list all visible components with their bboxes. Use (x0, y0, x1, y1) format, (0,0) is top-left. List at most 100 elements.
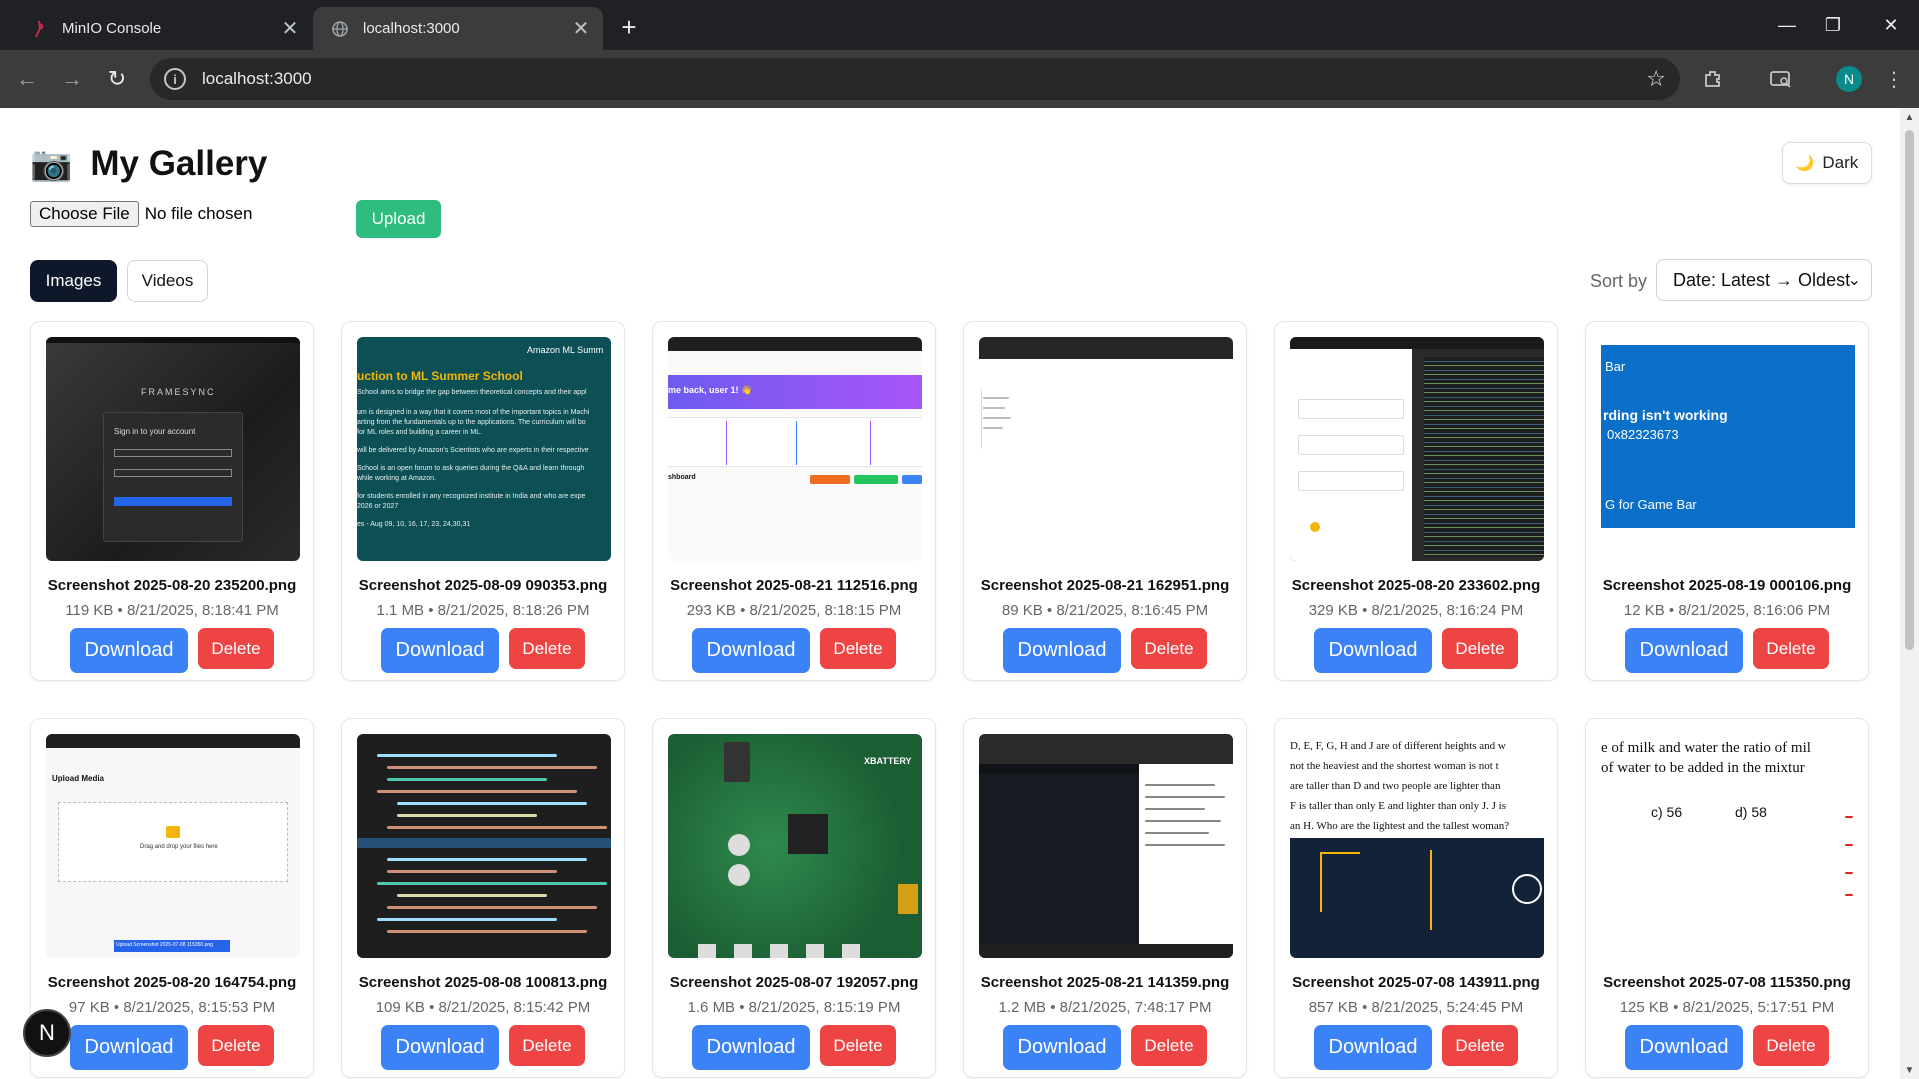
sort-selected-value: Date: Latest → Oldest (1673, 269, 1851, 290)
file-meta: 857 KB • 8/21/2025, 5:24:45 PM (1308, 999, 1524, 1016)
scrollbar-thumb[interactable] (1905, 130, 1914, 650)
image-thumbnail[interactable]: XBATTERY (668, 734, 922, 958)
delete-button[interactable]: Delete (1753, 628, 1829, 669)
new-tab-icon[interactable]: + (614, 12, 644, 42)
thumb-text: Sign in to your account (114, 427, 196, 436)
thumb-text: while working at Amazon. (357, 475, 436, 482)
download-button[interactable]: Download (1003, 1025, 1121, 1070)
extensions-icon[interactable] (1698, 64, 1728, 94)
image-thumbnail[interactable]: D, E, F, G, H and J are of different hei… (1290, 734, 1544, 958)
delete-button[interactable]: Delete (198, 628, 274, 669)
close-tab-icon[interactable]: ✕ (276, 15, 304, 43)
thumb-text: arting from the fundamentals up to the a… (357, 419, 586, 426)
site-info-icon[interactable]: i (164, 68, 186, 90)
thumb-text: School is an open forum to ask queries d… (357, 465, 585, 472)
dark-mode-button[interactable]: 🌙 Dark (1782, 142, 1872, 184)
browser-tab-localhost[interactable]: localhost:3000 ✕ (313, 7, 603, 50)
thumb-text: Drag and drop your files here (140, 844, 218, 850)
delete-button[interactable]: Delete (509, 1025, 585, 1066)
delete-button[interactable]: Delete (1442, 1025, 1518, 1066)
image-thumbnail[interactable]: FRAMESYNC Sign in to your account (46, 337, 300, 561)
download-button[interactable]: Download (1625, 628, 1743, 673)
image-thumbnail[interactable] (1290, 337, 1544, 561)
file-meta: 293 KB • 8/21/2025, 8:18:15 PM (686, 602, 902, 619)
address-bar[interactable]: i localhost:3000 ☆ (150, 58, 1680, 100)
gallery-card: Screenshot 2025-08-08 100813.png 109 KB … (341, 718, 625, 1078)
image-thumbnail[interactable] (357, 734, 611, 958)
close-tab-icon[interactable]: ✕ (567, 15, 595, 43)
thumb-text: es - Aug 09, 10, 16, 17, 23, 24,30,31 (357, 521, 471, 528)
image-thumbnail[interactable]: Upload Media Drag and drop your files he… (46, 734, 300, 958)
file-name: Screenshot 2025-08-07 192057.png (669, 974, 919, 991)
bookmark-star-icon[interactable]: ☆ (1646, 66, 1666, 92)
image-thumbnail[interactable] (979, 734, 1233, 958)
download-button[interactable]: Download (692, 628, 810, 673)
tab-images[interactable]: Images (30, 260, 117, 302)
cast-search-icon[interactable] (1766, 64, 1796, 94)
gallery-card: Upload Media Drag and drop your files he… (30, 718, 314, 1078)
thumb-text: me back, user 1! 👋 (668, 385, 753, 395)
file-name: Screenshot 2025-07-08 115350.png (1603, 974, 1851, 991)
file-meta: 119 KB • 8/21/2025, 8:18:41 PM (65, 602, 279, 619)
thumb-text: XBATTERY (864, 756, 912, 766)
page-viewport: 📷 My Gallery 🌙 Dark Choose File No file … (0, 108, 1900, 1079)
delete-button[interactable]: Delete (198, 1025, 274, 1066)
download-button[interactable]: Download (381, 628, 499, 673)
sort-select[interactable]: Date: Latest → Oldest ⌄ (1656, 259, 1872, 301)
delete-button[interactable]: Delete (1753, 1025, 1829, 1066)
image-thumbnail[interactable]: Amazon ML Summ uction to ML Summer Schoo… (357, 337, 611, 561)
restore-icon[interactable]: ❐ (1808, 8, 1858, 42)
reload-icon[interactable]: ↻ (100, 62, 134, 96)
page-scrollbar[interactable]: ▲ ▼ (1900, 108, 1919, 1079)
thumb-text: School aims to bridge the gap between th… (357, 389, 587, 396)
thumb-text: Upload Screenshot 2025-07-08 115350.png (116, 942, 213, 948)
thumb-text: will be delivered by Amazon's Scientists… (357, 447, 589, 454)
gallery-card: me back, user 1! 👋 shboard Screenshot 20… (652, 321, 936, 681)
chevron-down-icon: ⌄ (1847, 272, 1861, 289)
delete-button[interactable]: Delete (820, 1025, 896, 1066)
delete-button[interactable]: Delete (1131, 1025, 1207, 1066)
delete-button[interactable]: Delete (820, 628, 896, 669)
scroll-up-icon[interactable]: ▲ (1904, 112, 1915, 123)
download-button[interactable]: Download (381, 1025, 499, 1070)
image-thumbnail[interactable] (979, 337, 1233, 453)
menu-kebab-icon[interactable]: ⋮ (1879, 64, 1909, 94)
file-status-text: No file chosen (144, 204, 253, 223)
delete-button[interactable]: Delete (1442, 628, 1518, 669)
download-button[interactable]: Download (70, 1025, 188, 1070)
delete-button[interactable]: Delete (1131, 628, 1207, 669)
gallery-card: D, E, F, G, H and J are of different hei… (1274, 718, 1558, 1078)
download-button[interactable]: Download (1314, 628, 1432, 673)
floating-avatar-button[interactable]: N (23, 1009, 71, 1057)
download-button[interactable]: Download (70, 628, 188, 673)
file-name: Screenshot 2025-08-21 162951.png (980, 577, 1230, 594)
download-button[interactable]: Download (1314, 1025, 1432, 1070)
thumb-text: shboard (668, 474, 696, 481)
download-button[interactable]: Download (692, 1025, 810, 1070)
image-thumbnail[interactable]: e of milk and water the ratio of mil of … (1601, 734, 1855, 958)
tab-videos[interactable]: Videos (127, 260, 208, 302)
file-name: Screenshot 2025-07-08 143911.png (1292, 974, 1540, 991)
profile-avatar[interactable]: N (1836, 66, 1862, 92)
browser-tab-minio[interactable]: MinIO Console ✕ (12, 7, 312, 50)
forward-icon[interactable]: → (55, 62, 89, 96)
gallery-card: FRAMESYNC Sign in to your account Screen… (30, 321, 314, 681)
delete-button[interactable]: Delete (509, 628, 585, 669)
file-name: Screenshot 2025-08-21 141359.png (980, 974, 1230, 991)
thumb-text: are taller than D and two people are lig… (1290, 780, 1501, 792)
download-button[interactable]: Download (1625, 1025, 1743, 1070)
scroll-down-icon[interactable]: ▼ (1904, 1065, 1915, 1076)
upload-button[interactable]: Upload (356, 200, 441, 238)
download-button[interactable]: Download (1003, 628, 1121, 673)
back-icon[interactable]: ← (10, 62, 44, 96)
gallery-card: Screenshot 2025-08-20 233602.png 329 KB … (1274, 321, 1558, 681)
file-input[interactable]: Choose File No file chosen (30, 201, 252, 227)
gallery-card: e of milk and water the ratio of mil of … (1585, 718, 1869, 1078)
image-thumbnail[interactable]: me back, user 1! 👋 shboard (668, 337, 922, 561)
thumb-text: not the heaviest and the shortest woman … (1290, 760, 1499, 772)
close-window-icon[interactable]: ✕ (1866, 8, 1916, 42)
page-header: 📷 My Gallery (30, 144, 267, 184)
minimize-icon[interactable]: — (1762, 8, 1812, 42)
choose-file-button[interactable]: Choose File (30, 201, 139, 227)
image-thumbnail[interactable]: Bar rding isn't working 0x82323673 G for… (1601, 337, 1855, 561)
